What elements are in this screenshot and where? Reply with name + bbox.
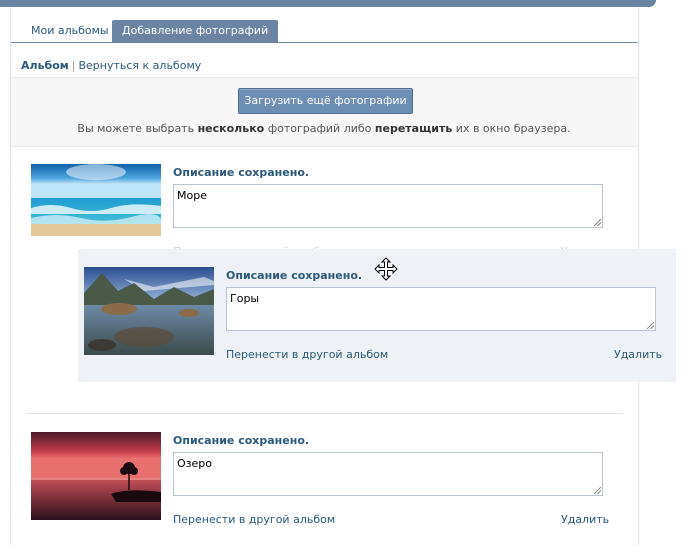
description-text: Горы: [230, 292, 260, 305]
resize-grip-icon[interactable]: [594, 487, 601, 494]
description-field[interactable]: Море: [173, 184, 603, 228]
move-to-album-link[interactable]: Перенести в другой альбом: [173, 513, 335, 526]
delete-link[interactable]: Удалить: [561, 513, 609, 526]
breadcrumb: Альбом | Вернуться к альбому: [21, 59, 201, 72]
hint-text-1: Вы можете выбрать: [77, 122, 198, 135]
status-saved: Описание сохранено.: [226, 269, 363, 282]
move-cursor-icon: [374, 257, 398, 281]
tab-add-photos[interactable]: Добавление фотографий: [112, 20, 279, 42]
photo-item-mountains[interactable]: Описание сохранено. Горы Перенести в дру…: [84, 267, 664, 367]
breadcrumb-album[interactable]: Альбом: [21, 59, 69, 72]
photo-item-lake: Описание сохранено. Озеро Перенести в др…: [31, 432, 611, 532]
move-to-album-link[interactable]: Перенести в другой альбом: [226, 348, 388, 361]
back-to-album-link[interactable]: Вернуться к альбому: [78, 59, 201, 72]
hint-bold-1: несколько: [197, 122, 265, 135]
hint-text-3: их в окно браузера.: [452, 122, 571, 135]
hint-bold-2: перетащить: [374, 122, 453, 135]
resize-grip-icon[interactable]: [647, 322, 654, 329]
status-saved: Описание сохранено.: [173, 166, 310, 179]
upload-more-button[interactable]: Загрузить ещё фотографии: [238, 88, 413, 114]
mountains-image[interactable]: [84, 267, 214, 355]
description-field[interactable]: Горы: [226, 287, 656, 331]
breadcrumb-separator: |: [71, 59, 76, 72]
hint-text-2: фотографий либо: [264, 122, 375, 135]
top-bar: [0, 0, 656, 7]
description-field[interactable]: Озеро: [173, 452, 603, 496]
upload-panel: Загрузить ещё фотографии Вы можете выбра…: [11, 77, 637, 147]
resize-grip-icon[interactable]: [594, 219, 601, 226]
delete-link[interactable]: Удалить: [614, 348, 662, 361]
sea-image[interactable]: [31, 164, 161, 236]
description-text: Озеро: [177, 457, 212, 470]
status-saved: Описание сохранено.: [173, 434, 310, 447]
description-text: Море: [177, 189, 207, 202]
upload-hint: Вы можете выбрать несколько фотографий л…: [11, 122, 637, 135]
tab-my-albums[interactable]: Мои альбомы: [21, 20, 119, 42]
lake-image[interactable]: [31, 432, 161, 520]
tab-bar: Мои альбомы Добавление фотографий: [11, 16, 637, 43]
divider: [26, 413, 623, 414]
